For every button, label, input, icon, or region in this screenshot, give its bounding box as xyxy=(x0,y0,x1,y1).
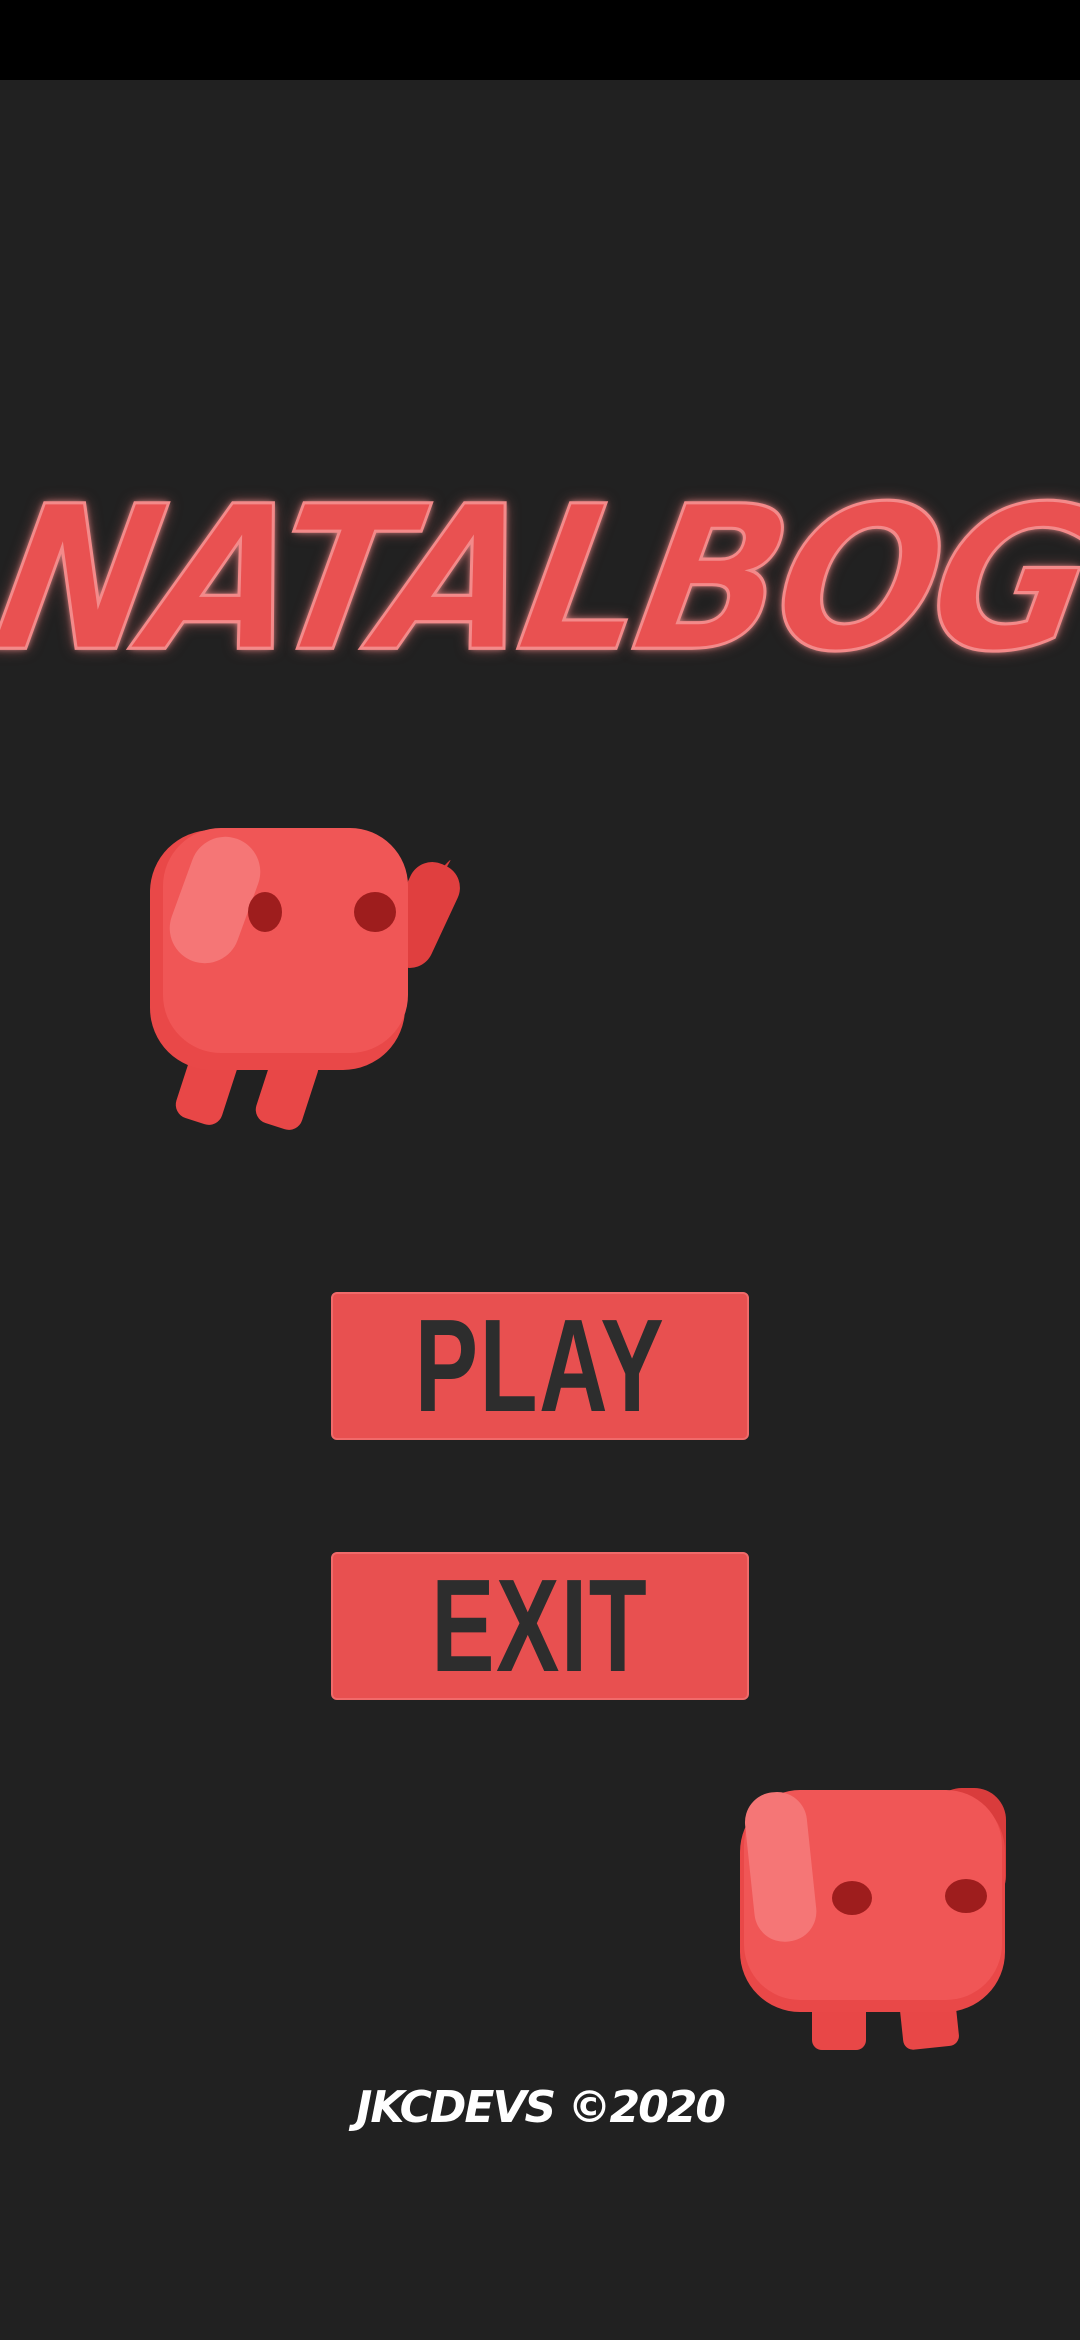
game-title: NATALBOG xyxy=(0,462,1080,697)
status-bar xyxy=(0,0,1080,80)
credits-text: JKCDEVS ©2020 xyxy=(355,2082,726,2133)
play-button-label: PLAY xyxy=(414,1292,666,1439)
exit-button-label: EXIT xyxy=(431,1552,649,1699)
red-blob-character-icon xyxy=(150,828,460,1130)
play-button[interactable]: PLAY xyxy=(331,1292,749,1440)
red-blob-character-icon xyxy=(740,1788,1006,2050)
exit-button[interactable]: EXIT xyxy=(331,1552,749,1700)
